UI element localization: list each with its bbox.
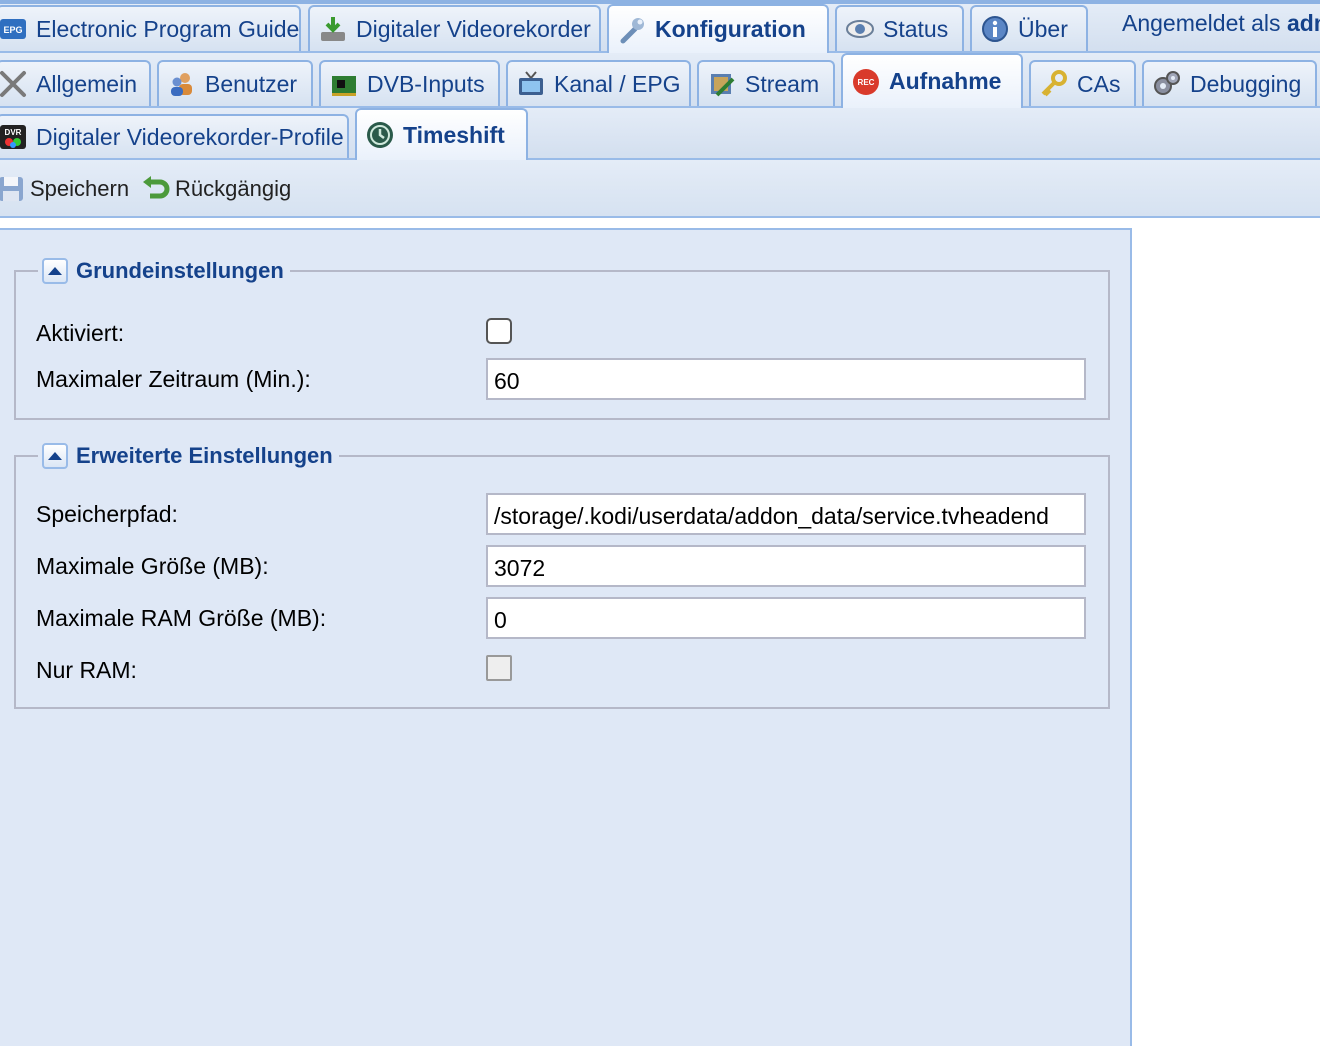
ram-only-checkbox[interactable] [486,655,512,681]
wrench-icon [617,15,647,45]
login-user: adm [1286,10,1320,36]
svg-text:DVR: DVR [5,128,22,137]
tab-timeshift[interactable]: Timeshift [355,108,528,160]
eye-icon [845,14,875,44]
tab-dvb-inputs[interactable]: DVB-Inputs [319,60,500,106]
basic-settings-fieldset: Grundeinstellungen Aktiviert: Maximaler … [14,254,1110,420]
tab-label: Debugging [1190,70,1302,97]
key-icon [1039,69,1069,99]
tab-label: Allgemein [36,70,137,97]
basic-settings-legend: Grundeinstellungen [38,254,290,288]
tv-icon [516,69,546,99]
max-ram-label: Maximale RAM Größe (MB): [36,605,327,631]
fieldset-title: Erweiterte Einstellungen [76,443,333,468]
ram-only-row: Nur RAM: [36,649,1092,689]
timeshift-icon [365,120,395,150]
undo-label: Rückgängig [175,176,292,201]
users-icon [167,69,197,99]
toolbar: Speichern Rückgängig [0,160,1320,218]
advanced-settings-fieldset: Erweiterte Einstellungen Speicherpfad: /… [14,439,1110,709]
tab-label: Aufnahme [889,68,1002,94]
download-icon [318,14,348,44]
collapse-button[interactable] [42,443,68,469]
tab-cas[interactable]: CAs [1029,60,1136,106]
tab-label: DVB-Inputs [367,70,485,97]
tab-label: Konfiguration [655,16,806,42]
max-period-label: Maximaler Zeitraum (Min.): [36,366,311,392]
max-size-input[interactable]: 3072 [486,545,1086,587]
tab-epg[interactable]: EPG Electronic Program Guide [0,5,301,51]
undo-button[interactable]: Rückgängig [141,172,291,206]
tab-dvr[interactable]: Digitaler Videorekorder [308,5,601,51]
tab-label: CAs [1077,70,1121,97]
timeshift-form-panel: Grundeinstellungen Aktiviert: Maximaler … [0,228,1132,1046]
info-icon [980,14,1010,44]
tab-label: Digitaler Videorekorder [356,15,591,42]
enabled-row: Aktiviert: [36,312,1092,352]
tab-label: Electronic Program Guide [36,15,300,42]
tab-dvr-profiles[interactable]: DVR Digitaler Videorekorder-Profile [0,114,349,158]
tab-ueber[interactable]: Über [970,5,1088,51]
tools-icon [0,69,28,99]
recording-tab-bar: DVR Digitaler Videorekorder-Profile Time… [0,108,1320,160]
save-button[interactable]: Speichern [0,172,129,206]
chevron-up-icon [48,267,62,275]
path-label: Speicherpfad: [36,501,178,527]
save-icon [0,177,23,201]
stream-icon [707,69,737,99]
tab-label: Status [883,15,949,42]
login-status: Angemeldet als adm [1122,10,1320,37]
epg-icon: EPG [0,14,28,44]
dvr-icon: DVR [0,122,28,152]
tab-kanal-epg[interactable]: Kanal / EPG [506,60,691,106]
tab-label: Kanal / EPG [554,70,681,97]
undo-icon [143,176,170,199]
tab-stream[interactable]: Stream [697,60,835,106]
tab-allgemein[interactable]: Allgemein [0,60,151,106]
rec-icon: REC [851,67,881,97]
fieldset-title: Grundeinstellungen [76,258,284,283]
gears-icon [1152,69,1182,99]
tab-label: Benutzer [205,70,298,97]
svg-text:EPG: EPG [3,25,22,35]
advanced-settings-legend: Erweiterte Einstellungen [38,439,339,473]
main-tab-bar: EPG Electronic Program Guide Digitaler V… [0,0,1320,53]
max-size-label: Maximale Größe (MB): [36,553,269,579]
tab-aufnahme[interactable]: REC Aufnahme [841,53,1023,108]
max-ram-row: Maximale RAM Größe (MB): 0 [36,597,1092,639]
max-period-row: Maximaler Zeitraum (Min.): 60 [36,358,1092,400]
ram-only-label: Nur RAM: [36,657,137,683]
tab-label: Über [1018,15,1068,42]
card-icon [329,69,359,99]
save-label: Speichern [30,176,130,201]
tab-status[interactable]: Status [835,5,964,51]
tab-benutzer[interactable]: Benutzer [157,60,313,106]
collapse-button[interactable] [42,258,68,284]
path-input[interactable]: /storage/.kodi/userdata/addon_data/servi… [486,493,1086,535]
tab-label: Stream [745,70,820,97]
config-tab-bar: Allgemein Benutzer DVB-Inputs Kanal / EP… [0,53,1320,108]
enabled-checkbox[interactable] [486,318,512,344]
svg-text:REC: REC [858,78,875,87]
max-size-row: Maximale Größe (MB): 3072 [36,545,1092,587]
tab-label: Timeshift [403,121,505,148]
enabled-label: Aktiviert: [36,320,125,346]
tab-debugging[interactable]: Debugging [1142,60,1317,106]
tab-konfiguration[interactable]: Konfiguration [607,4,829,53]
max-period-input[interactable]: 60 [486,358,1086,400]
chevron-up-icon [48,452,62,460]
path-row: Speicherpfad: /storage/.kodi/userdata/ad… [36,493,1092,535]
max-ram-input[interactable]: 0 [486,597,1086,639]
tab-label: Digitaler Videorekorder-Profile [36,123,344,150]
